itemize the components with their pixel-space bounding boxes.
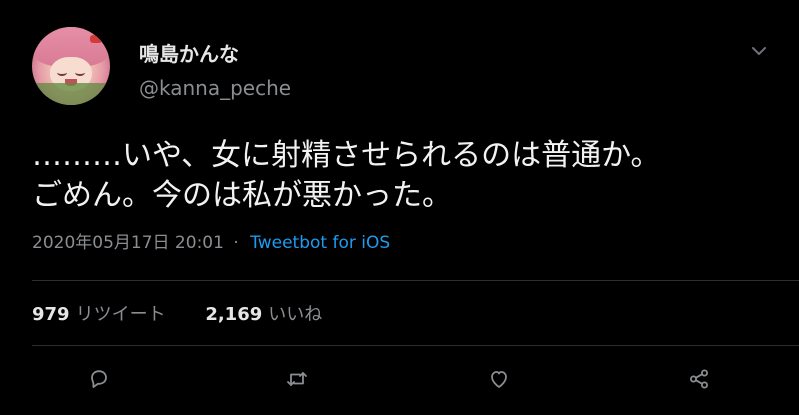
- action-bar: [0, 364, 799, 394]
- share-button[interactable]: [684, 364, 714, 394]
- tweet-text-line-2: ごめん。今のは私が悪かった。: [32, 178, 452, 213]
- tweet-card: 鳴島かんな @kanna_peche ………いや、女に射精させられるのは普通か。…: [0, 0, 799, 415]
- likes-count: 2,169: [205, 304, 263, 325]
- avatar-leaves: [32, 83, 110, 105]
- like-button[interactable]: [484, 364, 514, 394]
- share-icon: [690, 369, 708, 389]
- likes-label: いいね: [268, 304, 323, 325]
- timestamp[interactable]: 2020年05月17日 20:01: [32, 233, 224, 253]
- avatar-eye-left: [57, 69, 67, 76]
- retweets-stat[interactable]: 979 リツイート: [32, 304, 171, 325]
- tweet-text: ………いや、女に射精させられるのは普通か。 ごめん。今のは私が悪かった。: [32, 136, 772, 216]
- reply-button[interactable]: [84, 364, 114, 394]
- chevron-down-icon[interactable]: [748, 40, 770, 62]
- retweet-icon: [287, 372, 307, 386]
- avatar-eye-right: [75, 69, 85, 76]
- retweet-button[interactable]: [282, 364, 312, 394]
- source-link[interactable]: Tweetbot for iOS: [250, 233, 390, 253]
- avatar[interactable]: [32, 27, 110, 105]
- tweet-stats: 979 リツイート 2,169 いいね: [32, 300, 322, 326]
- divider-bottom: [32, 345, 799, 346]
- meta-separator: ·: [233, 233, 239, 253]
- tweet-meta: 2020年05月17日 20:01 · Tweetbot for iOS: [32, 228, 390, 253]
- display-name[interactable]: 鳴島かんな: [139, 38, 239, 67]
- likes-stat[interactable]: 2,169 いいね: [205, 304, 322, 325]
- tweet-text-line-1: ………いや、女に射精させられるのは普通か。: [32, 138, 661, 173]
- user-handle[interactable]: @kanna_peche: [139, 76, 291, 100]
- retweets-label: リツイート: [75, 304, 166, 325]
- avatar-bow: [90, 35, 102, 43]
- divider-top: [32, 280, 799, 281]
- retweets-count: 979: [32, 304, 70, 325]
- heart-icon: [491, 371, 507, 388]
- reply-icon: [91, 370, 107, 388]
